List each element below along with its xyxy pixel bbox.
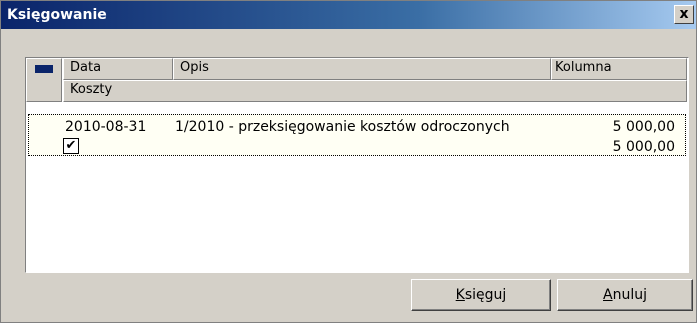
row-description: 1/2010 - przeksięgowanie kosztów odroczo… bbox=[175, 119, 510, 135]
post-button[interactable]: Księguj bbox=[411, 279, 551, 311]
table-row[interactable]: 2010-08-31 1/2010 - przeksięgowanie kosz… bbox=[28, 114, 686, 156]
cancel-button-accel: A bbox=[603, 287, 613, 303]
row-amount-kolumna: 5 000,00 bbox=[612, 119, 675, 135]
check-icon: ✔ bbox=[65, 138, 77, 153]
column-header-opis[interactable]: Opis bbox=[173, 58, 551, 80]
row-amount-koszty: 5 000,00 bbox=[612, 139, 675, 155]
row-checkbox[interactable]: ✔ bbox=[63, 138, 79, 154]
column-header-koszty[interactable]: Koszty bbox=[63, 80, 687, 102]
dialog-title: Księgowanie bbox=[7, 7, 107, 23]
cancel-button-label: nuluj bbox=[612, 287, 647, 303]
cancel-button[interactable]: Anuluj bbox=[557, 279, 693, 311]
post-button-accel: K bbox=[455, 287, 465, 303]
title-bar: Księgowanie x bbox=[1, 1, 696, 29]
postings-grid[interactable]: Data Opis Kolumna Koszty 2010-08-31 1/20… bbox=[25, 57, 689, 273]
close-button[interactable]: x bbox=[674, 5, 694, 24]
selection-icon bbox=[35, 65, 53, 73]
select-all-header[interactable] bbox=[26, 58, 62, 102]
row-date: 2010-08-31 bbox=[65, 119, 147, 135]
column-header-data[interactable]: Data bbox=[63, 58, 173, 80]
post-button-label: sięguj bbox=[464, 287, 507, 303]
column-header-kolumna[interactable]: Kolumna bbox=[551, 58, 687, 80]
close-icon: x bbox=[679, 6, 689, 22]
posting-dialog: Księgowanie x Data Opis Kolumna Koszty 2… bbox=[0, 0, 697, 323]
